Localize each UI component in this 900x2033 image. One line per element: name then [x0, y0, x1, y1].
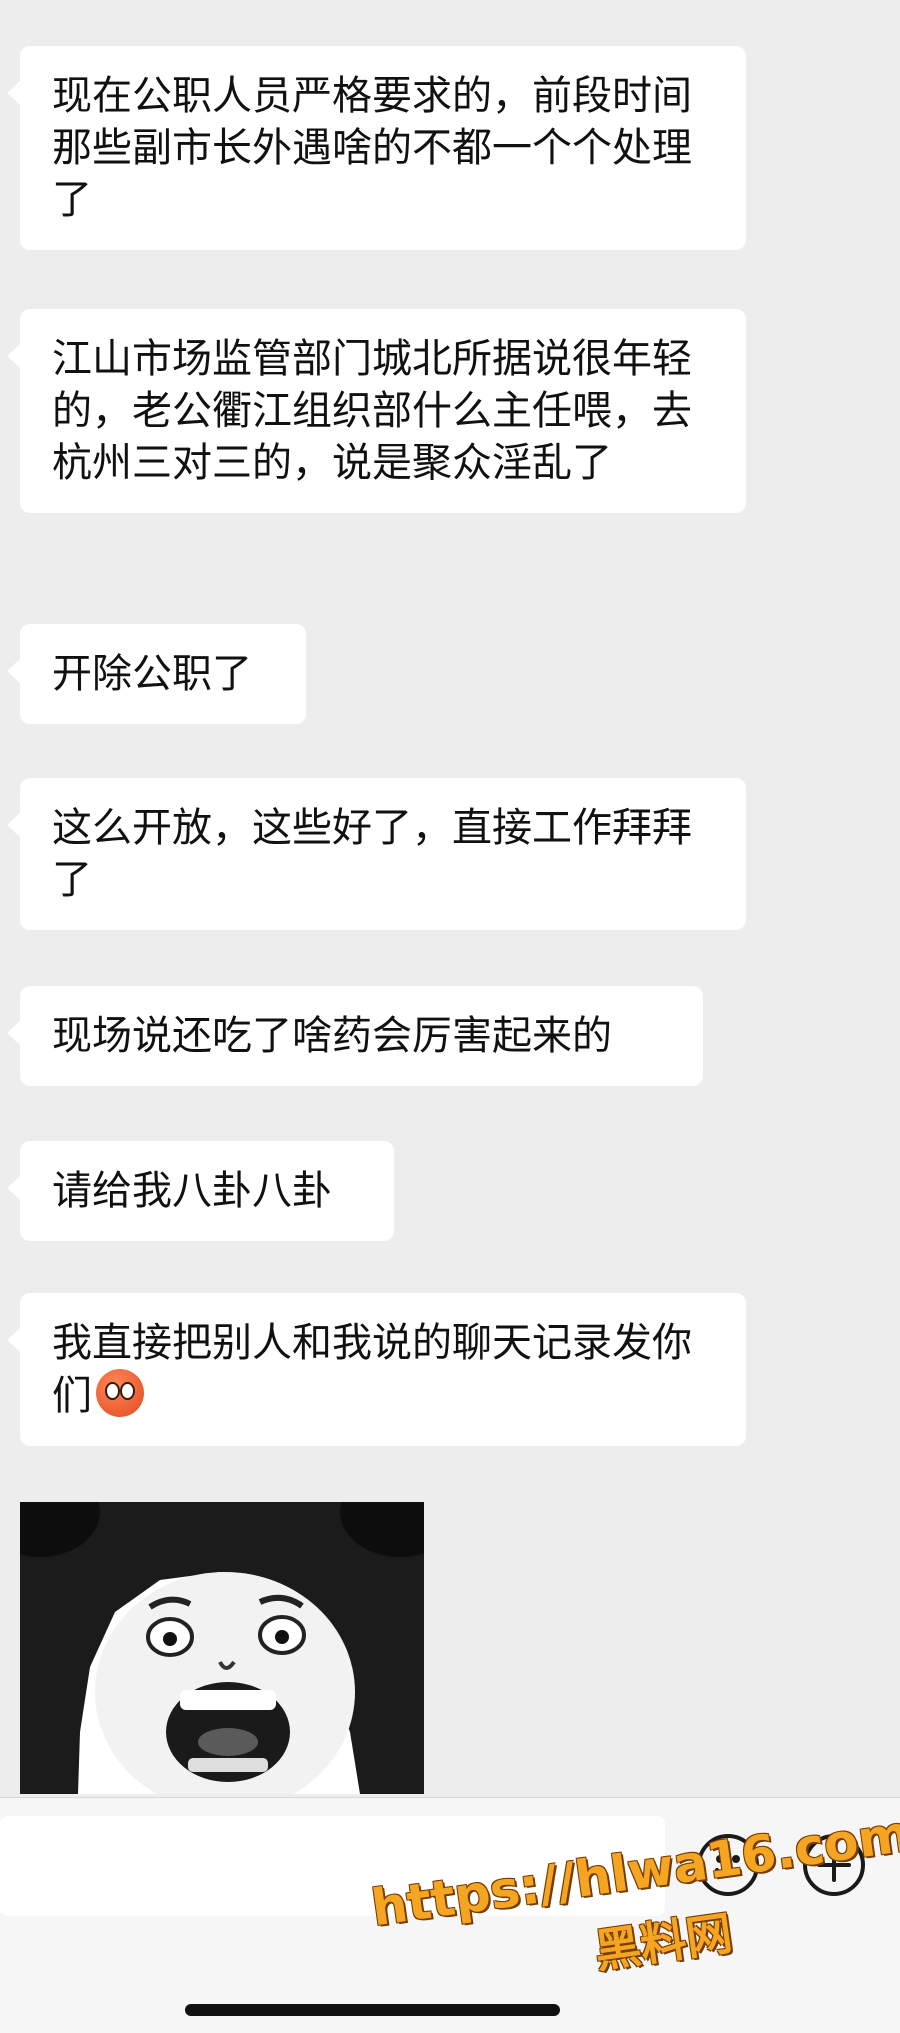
input-bar: https://hlwa16.com 黑料网 — [0, 1797, 900, 2033]
message-bubble[interactable]: 我直接把别人和我说的聊天记录发你们 — [7, 1293, 746, 1446]
message-bubble[interactable]: 这么开放，这些好了，直接工作拜拜了 — [7, 778, 746, 930]
message-6: 请给我八卦八卦 — [7, 1141, 394, 1241]
message-bubble[interactable]: 现场说还吃了啥药会厉害起来的 — [7, 986, 703, 1086]
message-2: 江山市场监管部门城北所据说很年轻的，老公衢江组织部什么主任喂，去杭州三对三的，说… — [7, 309, 746, 513]
home-indicator[interactable] — [185, 2004, 560, 2016]
message-text: 我直接把别人和我说的聊天记录发你们 — [52, 1320, 692, 1419]
message-bubble[interactable]: 请给我八卦八卦 — [7, 1141, 394, 1241]
chat-history: 现在公职人员严格要求的，前段时间那些副市长外遇啥的不都一个个处理了 江山市场监管… — [0, 0, 900, 1797]
hot-face-emoji-icon — [96, 1369, 144, 1417]
message-7: 我直接把别人和我说的聊天记录发你们 — [7, 1293, 746, 1446]
message-3: 开除公职了 — [7, 624, 306, 724]
panda-face-meme-icon — [20, 1502, 424, 1794]
message-bubble[interactable]: 江山市场监管部门城北所据说很年轻的，老公衢江组织部什么主任喂，去杭州三对三的，说… — [7, 309, 746, 513]
message-1: 现在公职人员严格要求的，前段时间那些副市长外遇啥的不都一个个处理了 — [7, 46, 746, 250]
message-bubble[interactable]: 现在公职人员严格要求的，前段时间那些副市长外遇啥的不都一个个处理了 — [7, 46, 746, 250]
message-5: 现场说还吃了啥药会厉害起来的 — [7, 986, 703, 1086]
message-4: 这么开放，这些好了，直接工作拜拜了 — [7, 778, 746, 930]
panda-meme-sticker[interactable] — [20, 1502, 424, 1794]
message-bubble[interactable]: 开除公职了 — [7, 624, 306, 724]
